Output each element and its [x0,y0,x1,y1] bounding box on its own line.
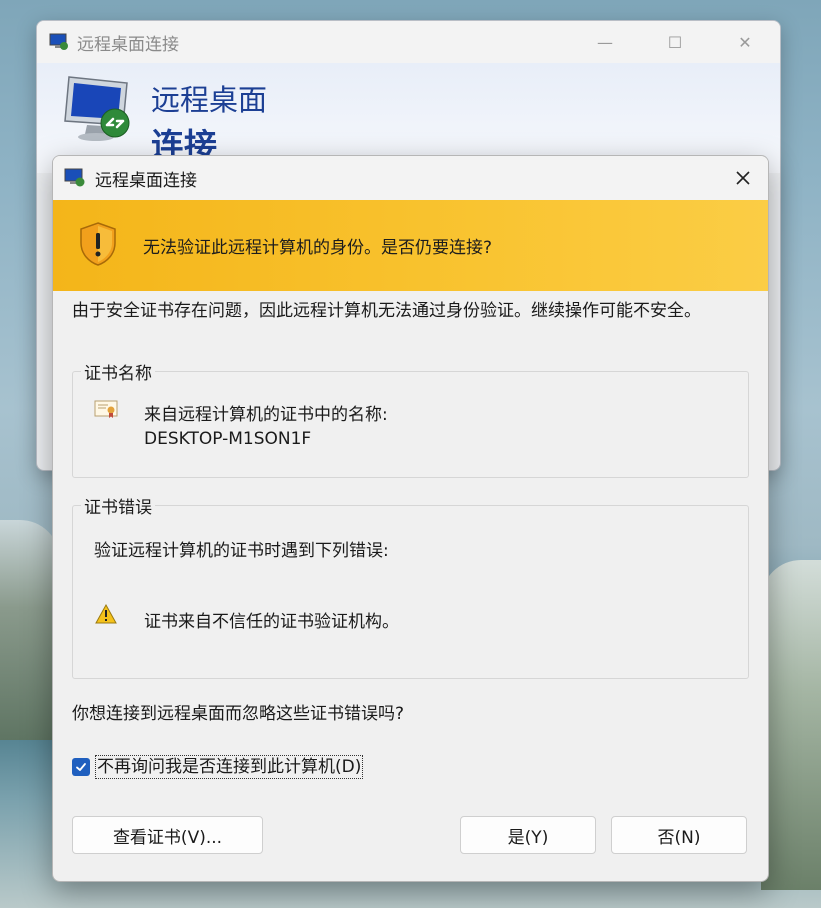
certificate-name-group: 证书名称 来自远程计算机的证书中的名称: DESKTOP-M1SON1F [72,359,749,478]
close-button[interactable] [718,156,768,200]
question-text: 你想连接到远程桌面而忽略这些证书错误吗? [72,704,405,724]
view-certificate-button[interactable]: 查看证书(V)... [72,816,263,854]
certificate-error-group: 证书错误 验证远程计算机的证书时遇到下列错误: 证书来自不信任的证书验证机构。 [72,493,749,679]
remote-desktop-icon [49,33,68,50]
shield-warning-icon [80,222,116,266]
dont-ask-again-checkbox[interactable]: 不再询问我是否连接到此计算机(D) [72,755,364,779]
monitor-icon [64,76,130,141]
checkbox-label[interactable]: 不再询问我是否连接到此计算机(D) [95,755,364,779]
dialog-titlebar: 远程桌面连接 [53,156,768,200]
background-scenery-right [761,560,821,890]
banner-message: 无法验证此远程计算机的身份。是否仍要连接? [143,238,493,258]
certificate-error-item: 证书来自不信任的证书验证机构。 [144,612,399,632]
warning-banner: 无法验证此远程计算机的身份。是否仍要连接? [53,200,768,291]
close-icon [736,171,750,185]
checkbox-box[interactable] [72,758,90,776]
background-titlebar: 远程桌面连接 — ☐ ✕ [37,21,780,63]
minimize-button[interactable]: — [570,21,640,63]
remote-desktop-icon [64,168,85,187]
maximize-button[interactable]: ☐ [640,21,710,63]
certificate-name-description: 来自远程计算机的证书中的名称: [144,405,388,425]
background-header-line1: 远程桌面 [151,83,268,117]
certificate-name-value: DESKTOP-M1SON1F [144,429,312,449]
dialog-title: 远程桌面连接 [95,170,197,191]
background-window-title: 远程桌面连接 [77,34,179,55]
background-close-button[interactable]: ✕ [710,21,780,63]
certificate-error-label: 证书错误 [81,493,155,518]
certificate-error-description: 验证远程计算机的证书时遇到下列错误: [94,541,389,561]
background-window-controls: — ☐ ✕ [570,21,780,63]
certificate-name-label: 证书名称 [81,359,155,384]
yes-button[interactable]: 是(Y) [460,816,596,854]
certificate-warning-dialog: 远程桌面连接 无法验证此远程计算机的身份。是否仍要连接? 由于安全证书存在问题，… [52,155,769,882]
checkmark-icon [76,763,86,771]
background-scenery-left [0,520,60,740]
warning-icon [95,604,117,624]
intro-text: 由于安全证书存在问题，因此远程计算机无法通过身份验证。继续操作可能不安全。 [72,301,701,321]
no-button[interactable]: 否(N) [611,816,747,854]
certificate-icon [94,400,118,418]
